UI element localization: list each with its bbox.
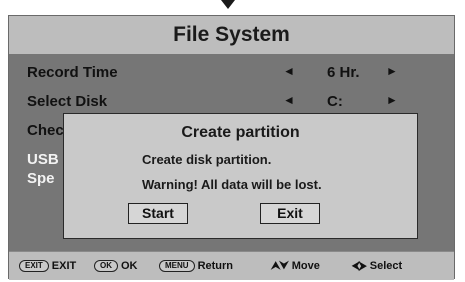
footer-hints: EXIT EXIT OK OK MENU Return ⮝⮟ Move ⮜⮞ Select: [9, 251, 454, 280]
hint-label: OK: [121, 260, 138, 272]
dialog-title: Create partition: [181, 124, 300, 141]
hint-return: MENU Return: [159, 260, 234, 273]
arrow-left-icon[interactable]: ◄: [283, 64, 295, 78]
ok-key-icon: OK: [94, 260, 118, 273]
dialog-warning: Warning! All data will be lost.: [142, 177, 322, 192]
hint-ok: OK OK: [94, 260, 138, 273]
row-value: C:: [327, 93, 343, 110]
hint-move: ⮝⮟ Move: [271, 260, 320, 273]
menu-row-select-disk[interactable]: Select Disk ◄ C: ►: [27, 93, 447, 115]
page-title: File System: [173, 23, 290, 46]
exit-button[interactable]: Exit: [260, 203, 320, 224]
up-down-icon: ⮝⮟: [271, 260, 289, 272]
row-label: Record Time: [27, 64, 118, 81]
row-value: 6 Hr.: [327, 64, 360, 81]
menu-row-record-time[interactable]: Record Time ◄ 6 Hr. ►: [27, 64, 447, 86]
row-label: USB: [27, 151, 59, 168]
dialog-message: Create disk partition.: [142, 152, 272, 167]
osd-screen: File System Record Time ◄ 6 Hr. ► Select…: [8, 15, 455, 280]
hint-label: Return: [197, 260, 234, 272]
menu-key-icon: MENU: [159, 260, 195, 273]
down-pointer-icon: [221, 0, 235, 9]
hint-label: Move: [291, 260, 320, 272]
hint-exit: EXIT EXIT: [19, 260, 77, 273]
arrow-right-icon[interactable]: ►: [386, 93, 398, 107]
hint-label: Select: [369, 260, 403, 272]
start-button[interactable]: Start: [128, 203, 188, 224]
left-right-icon: ⮜⮞: [352, 260, 367, 272]
arrow-right-icon[interactable]: ►: [386, 64, 398, 78]
row-label: Chec: [27, 122, 64, 139]
exit-key-icon: EXIT: [19, 260, 49, 273]
hint-select: ⮜⮞ Select: [352, 260, 402, 273]
create-partition-dialog: Create partition Create disk partition. …: [63, 113, 418, 239]
header: File System: [9, 16, 454, 55]
row-label: Spe: [27, 170, 55, 187]
hint-label: EXIT: [51, 260, 77, 272]
arrow-left-icon[interactable]: ◄: [283, 93, 295, 107]
row-label: Select Disk: [27, 93, 108, 110]
